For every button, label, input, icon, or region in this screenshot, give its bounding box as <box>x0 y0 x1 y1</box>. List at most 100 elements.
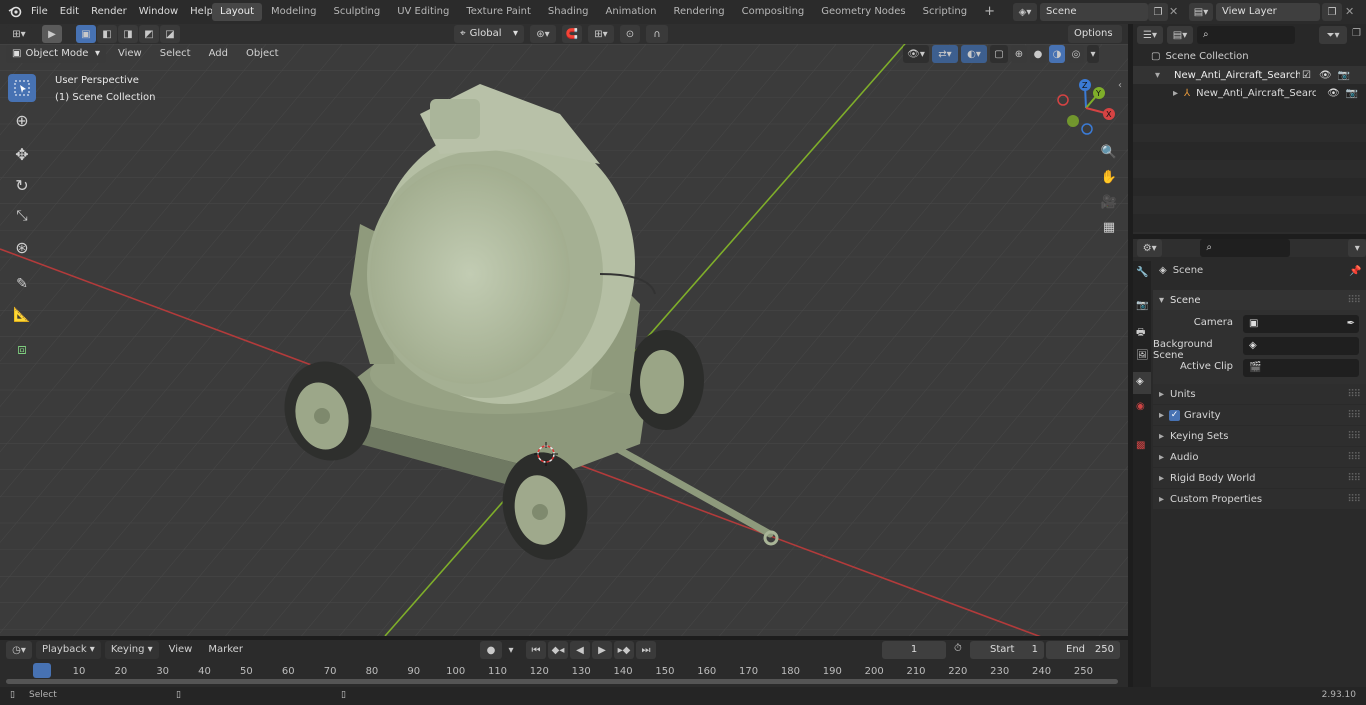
menu-edit[interactable]: Edit <box>54 0 85 24</box>
tab-shading[interactable]: Shading <box>540 3 597 21</box>
drag-handle-icon[interactable]: ⠿⠿ <box>1347 473 1361 484</box>
tool-measure[interactable]: 📐 <box>8 301 36 329</box>
camera-view-icon[interactable]: 🎥 <box>1098 191 1120 213</box>
tab-compositing[interactable]: Compositing <box>734 3 813 21</box>
visibility-icon[interactable]: 👁▾ <box>903 45 929 63</box>
menu-window[interactable]: Window <box>133 0 184 24</box>
outliner-row-1[interactable]: ▾ New_Anti_Aircraft_Searchligh ☑ 👁 📷 <box>1133 66 1366 84</box>
tab-sculpting[interactable]: Sculpting <box>326 3 389 21</box>
scene-section-header[interactable]: ▾ Scene ⠿⠿ <box>1153 290 1366 310</box>
eye-icon[interactable]: 👁 <box>1319 70 1332 81</box>
panel-gravity[interactable]: ▸ ✓ Gravity ⠿⠿ <box>1153 405 1366 425</box>
select-intersect-icon[interactable]: ◪ <box>160 25 180 43</box>
editor-type-icon[interactable]: ⊞▾ <box>6 25 32 43</box>
tab-scripting[interactable]: Scripting <box>915 3 975 21</box>
viewport-menu-add[interactable]: Add <box>203 45 234 63</box>
zoom-icon[interactable]: 🔍 <box>1098 141 1120 163</box>
select-invert-icon[interactable]: ◩ <box>139 25 159 43</box>
panel-units[interactable]: ▸ Units ⠿⠿ <box>1153 384 1366 404</box>
pivot-point-icon[interactable]: ⊛▾ <box>530 25 556 43</box>
drag-handle-icon[interactable]: ⠿⠿ <box>1347 389 1361 400</box>
gizmo-neg-z-icon[interactable] <box>1081 123 1093 135</box>
proportional-edit-icon[interactable]: ⊙ <box>620 25 640 43</box>
menu-render[interactable]: Render <box>85 0 133 24</box>
select-subtract-icon[interactable]: ◨ <box>118 25 138 43</box>
tab-texture-paint[interactable]: Texture Paint <box>458 3 539 21</box>
material-shading-icon[interactable]: ◑ <box>1049 45 1065 63</box>
gizmo-toggle-icon[interactable]: ⇄▾ <box>932 45 958 63</box>
tab-rendering[interactable]: Rendering <box>666 3 733 21</box>
render-tab-icon[interactable]: 📷 <box>1136 300 1148 311</box>
camera-icon[interactable]: 📷 <box>1346 88 1358 99</box>
timeline-scrollbar[interactable] <box>6 679 1118 684</box>
xray-toggle-icon[interactable]: ▢ <box>990 45 1008 63</box>
perspective-toggle-icon[interactable]: ▦ <box>1098 216 1120 238</box>
outliner-editor-type-icon[interactable]: ☰▾ <box>1137 26 1163 44</box>
drag-handle-icon[interactable]: ⠿⠿ <box>1347 431 1361 442</box>
eye-icon[interactable]: 👁 <box>1327 88 1340 99</box>
chevron-down-icon[interactable]: ▾ <box>1348 239 1366 257</box>
properties-search-input[interactable]: ⌕ <box>1200 239 1291 257</box>
outliner-root[interactable]: ▢ Scene Collection <box>1151 48 1249 64</box>
select-new-icon[interactable]: ▣ <box>76 25 96 43</box>
tool-select-box[interactable] <box>8 74 36 102</box>
tool-tab-icon[interactable]: 🔧 <box>1136 267 1148 278</box>
delete-view-layer-icon[interactable]: ✕ <box>1345 5 1354 18</box>
new-collection-icon[interactable]: ❐ <box>1352 28 1361 39</box>
display-mode-icon[interactable]: ▤▾ <box>1167 26 1193 44</box>
options-dropdown[interactable]: Options ▾ <box>1068 25 1122 57</box>
delete-scene-icon[interactable]: ✕ <box>1169 5 1178 18</box>
falloff-icon[interactable]: ∩ <box>646 25 668 43</box>
tab-uv-editing[interactable]: UV Editing <box>389 3 457 21</box>
scene-selector-icon[interactable]: ◈▾ <box>1013 3 1037 21</box>
panel-audio[interactable]: ▸ Audio ⠿⠿ <box>1153 447 1366 467</box>
view-layer-field[interactable]: View Layer <box>1216 3 1320 21</box>
add-workspace-icon[interactable]: + <box>976 3 1003 21</box>
tool-annotate[interactable]: ✎ <box>8 270 36 298</box>
viewport-menu-object[interactable]: Object <box>240 45 285 63</box>
drag-handle-icon[interactable]: ⠿⠿ <box>1347 494 1361 505</box>
solid-shading-icon[interactable]: ● <box>1030 45 1046 63</box>
expand-arrow-icon[interactable]: ▾ <box>1155 70 1160 81</box>
tool-cursor[interactable]: ⊕ <box>8 106 36 134</box>
gravity-checkbox[interactable]: ✓ <box>1169 409 1181 421</box>
expand-arrow-icon[interactable]: ▸ <box>1173 88 1178 99</box>
new-scene-icon[interactable]: ❐ <box>1148 3 1168 21</box>
tool-add-cube[interactable]: ⧈ <box>8 335 36 363</box>
sidebar-toggle-icon[interactable]: ‹ <box>1118 80 1122 91</box>
tool-move[interactable]: ✥ <box>8 140 36 168</box>
transform-orientation-dropdown[interactable]: ⌖ Global ▾ <box>454 25 524 43</box>
active-clip-field[interactable]: 🎬 <box>1243 359 1359 377</box>
3d-viewport[interactable]: User Perspective (1) Scene Collection ▣ … <box>0 44 1128 636</box>
object-mode-dropdown[interactable]: ▣ Object Mode ▾ <box>6 45 106 63</box>
select-tool-icon[interactable]: ▶ <box>42 25 62 43</box>
tool-scale[interactable]: ⤡ <box>8 202 36 230</box>
snap-target-icon[interactable]: ⊞▾ <box>588 25 614 43</box>
properties-editor-type-icon[interactable]: ⚙▾ <box>1137 239 1163 257</box>
panel-keying-sets[interactable]: ▸ Keying Sets ⠿⠿ <box>1153 426 1366 446</box>
world-tab-icon[interactable]: ◉ <box>1136 401 1145 412</box>
tool-rotate[interactable]: ↻ <box>8 171 36 199</box>
chevron-down-icon[interactable]: ▾ <box>1087 45 1099 63</box>
tab-layout[interactable]: Layout <box>212 3 262 21</box>
outliner-row-2[interactable]: ▸ ⅄ New_Anti_Aircraft_Searcl 👁 📷 <box>1133 84 1366 102</box>
outliner-search-input[interactable]: ⌕ <box>1197 26 1295 44</box>
navigation-gizmo[interactable]: Z Y X <box>1054 74 1120 140</box>
select-extend-icon[interactable]: ◧ <box>97 25 117 43</box>
filter-icon[interactable]: ⏷▾ <box>1319 26 1347 44</box>
view-layer-tab-icon[interactable]: 🖼 <box>1136 350 1149 361</box>
drag-handle-icon[interactable]: ⠿⠿ <box>1347 410 1361 421</box>
scene-name-field[interactable]: Scene <box>1040 3 1148 21</box>
rendered-shading-icon[interactable]: ◎ <box>1068 45 1084 63</box>
scene-tab-active[interactable]: ◈ <box>1133 372 1151 394</box>
texture-tab-icon[interactable]: ▩ <box>1136 440 1145 451</box>
wireframe-shading-icon[interactable]: ⊕ <box>1011 45 1027 63</box>
view-layer-selector-icon[interactable]: ▤▾ <box>1189 3 1213 21</box>
pan-hand-icon[interactable]: ✋ <box>1098 166 1120 188</box>
gizmo-neg-x-icon[interactable] <box>1057 94 1069 106</box>
panel-custom-properties[interactable]: ▸ Custom Properties ⠿⠿ <box>1153 489 1366 509</box>
playhead[interactable] <box>33 663 51 678</box>
pin-icon[interactable]: 📌 <box>1349 266 1361 277</box>
new-view-layer-icon[interactable]: ❐ <box>1322 3 1342 21</box>
menu-file[interactable]: File <box>25 0 54 24</box>
